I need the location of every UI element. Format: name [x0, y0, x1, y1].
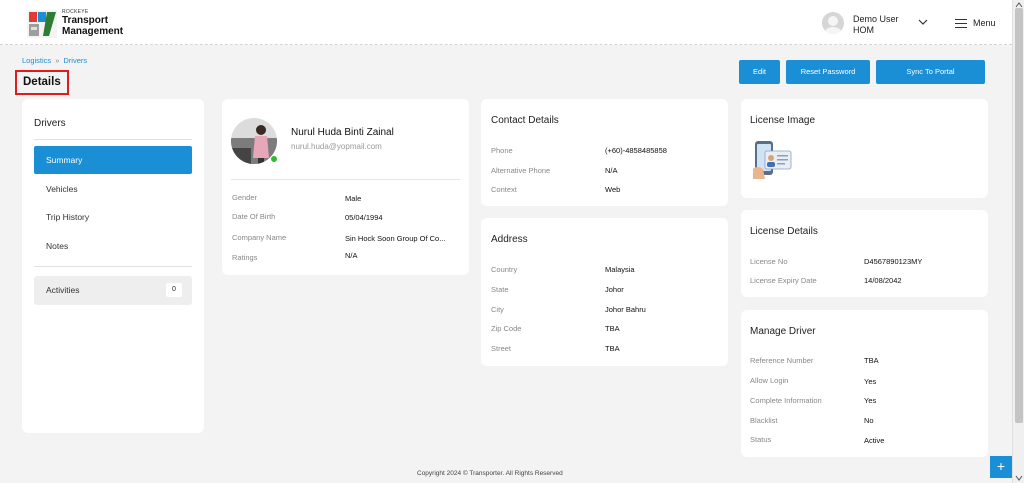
- address-title: Address: [491, 234, 528, 245]
- phone-label: Phone: [491, 146, 513, 155]
- sidebar-divider: [34, 139, 192, 140]
- address-card: Address Country Malaysia State Johor Cit…: [481, 218, 728, 366]
- manage-driver-card: Manage Driver Reference Number TBA Allow…: [741, 310, 988, 457]
- street-label: Street: [491, 344, 512, 353]
- context-label: Context: [491, 185, 517, 194]
- city-label: City: [491, 305, 504, 314]
- zip-code-value: TBA: [605, 324, 620, 333]
- driver-profile-card: Nurul Huda Binti Zainal nurul.huda@yopma…: [222, 99, 469, 275]
- complete-information-value: Yes: [864, 396, 877, 405]
- scroll-thumb[interactable]: [1015, 8, 1023, 423]
- edit-button[interactable]: Edit: [739, 60, 780, 84]
- phone-value: (+60)-4858485858: [605, 146, 667, 155]
- state-value: Johor: [605, 285, 624, 294]
- license-image-card: License Image: [741, 99, 988, 198]
- driver-email: nurul.huda@yopmail.com: [291, 142, 382, 151]
- sidebar-item-vehicles[interactable]: Vehicles: [34, 175, 192, 203]
- license-expiry-value: 14/08/2042: [864, 276, 902, 285]
- driver-name: Nurul Huda Binti Zainal: [291, 127, 394, 138]
- page-scrollbar[interactable]: [1012, 0, 1024, 483]
- complete-information-label: Complete Information: [750, 396, 822, 405]
- status-value: Active: [864, 436, 885, 445]
- brand-line-2: Management: [62, 26, 124, 37]
- copyright-text: Copyright 2024 © Transporter. All Rights…: [417, 470, 563, 477]
- add-fab-button[interactable]: +: [990, 456, 1012, 478]
- blacklist-value: No: [864, 416, 874, 425]
- contact-details-card: Contact Details Phone (+60)-4858485858 A…: [481, 99, 728, 206]
- brand-name[interactable]: ROCKEYE Transport Management: [62, 10, 123, 37]
- license-image-title: License Image: [750, 115, 816, 126]
- dob-value: 05/04/1994: [345, 213, 383, 222]
- profile-divider: [231, 179, 460, 180]
- user-avatar[interactable]: [822, 12, 844, 34]
- sidebar-item-notes[interactable]: Notes: [34, 232, 192, 260]
- allow-login-label: Allow Login: [750, 376, 789, 385]
- country-value: Malaysia: [605, 265, 635, 274]
- license-no-label: License No: [750, 257, 788, 266]
- license-details-card: License Details License No D4567890123MY…: [741, 210, 988, 297]
- activities-label: Activities: [46, 285, 80, 295]
- license-image-thumbnail-icon[interactable]: [751, 139, 793, 181]
- alternative-phone-value: N/A: [605, 166, 618, 175]
- company-name-value: Sin Hock Soon Group Of Co...: [345, 234, 446, 243]
- activities-count-badge: 0: [166, 283, 182, 297]
- sidebar-heading: Drivers: [34, 118, 66, 129]
- license-details-title: License Details: [750, 226, 818, 237]
- zip-code-label: Zip Code: [491, 324, 522, 333]
- reset-password-button[interactable]: Reset Password: [786, 60, 870, 84]
- menu-button[interactable]: Menu: [955, 18, 996, 28]
- country-label: Country: [491, 265, 518, 274]
- ratings-label: Ratings: [232, 253, 258, 262]
- gender-label: Gender: [232, 193, 258, 202]
- sidebar-divider: [34, 266, 192, 267]
- menu-label: Menu: [973, 18, 996, 28]
- scroll-down-arrow-icon[interactable]: [1015, 475, 1023, 481]
- reference-number-label: Reference Number: [750, 356, 814, 365]
- status-label: Status: [750, 435, 772, 444]
- drivers-sidebar: Drivers Summary Vehicles Trip History No…: [22, 99, 204, 433]
- page-title: Details: [15, 70, 69, 95]
- company-name-label: Company Name: [232, 233, 287, 242]
- alternative-phone-label: Alternative Phone: [491, 166, 551, 175]
- sidebar-item-summary[interactable]: Summary: [34, 146, 192, 174]
- allow-login-value: Yes: [864, 377, 877, 386]
- hamburger-menu-icon: [955, 18, 967, 28]
- user-role: HOM: [853, 25, 874, 35]
- context-value: Web: [605, 185, 621, 194]
- license-no-value: D4567890123MY: [864, 257, 923, 266]
- breadcrumb-separator: »: [55, 56, 60, 65]
- sidebar-item-activities[interactable]: Activities 0: [34, 276, 192, 305]
- reference-number-value: TBA: [864, 356, 879, 365]
- manage-driver-title: Manage Driver: [750, 326, 816, 337]
- chevron-down-icon[interactable]: [918, 19, 928, 26]
- brand-line-1: Transport: [62, 15, 109, 26]
- sync-to-portal-button[interactable]: Sync To Portal: [876, 60, 985, 84]
- sidebar-item-trip-history[interactable]: Trip History: [34, 203, 192, 231]
- city-value: Johor Bahru: [605, 305, 646, 314]
- blacklist-label: Blacklist: [750, 416, 778, 425]
- contact-details-title: Contact Details: [491, 115, 559, 126]
- breadcrumb-current-link[interactable]: Drivers: [63, 56, 87, 65]
- breadcrumb-root-link[interactable]: Logistics: [22, 56, 51, 65]
- user-info[interactable]: Demo User HOM: [853, 14, 899, 36]
- dob-label: Date Of Birth: [232, 212, 276, 221]
- online-status-indicator: [270, 155, 278, 163]
- state-label: State: [491, 285, 509, 294]
- logo-mark-icon[interactable]: [27, 10, 57, 38]
- street-value: TBA: [605, 344, 620, 353]
- gender-value: Male: [345, 194, 362, 203]
- license-expiry-label: License Expiry Date: [750, 276, 817, 285]
- ratings-value: N/A: [345, 251, 358, 260]
- app-header: ROCKEYE Transport Management Demo User H…: [0, 0, 1012, 45]
- breadcrumb: Logistics » Drivers: [22, 56, 87, 65]
- user-name: Demo User: [853, 14, 899, 24]
